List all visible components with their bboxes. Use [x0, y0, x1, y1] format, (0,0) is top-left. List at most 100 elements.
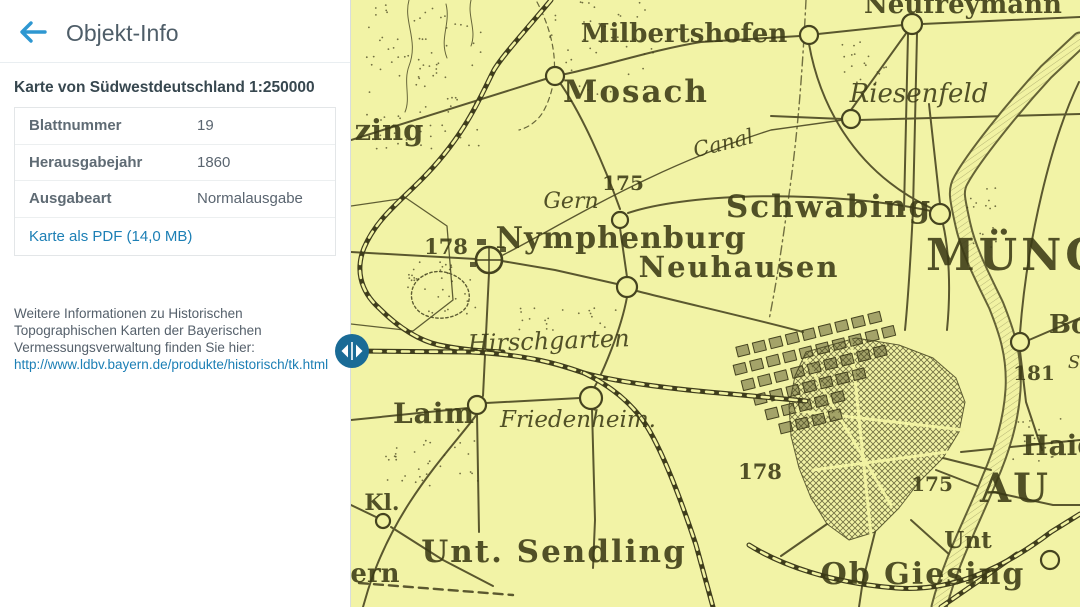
map-stipple-dot — [411, 279, 413, 281]
city-block — [840, 353, 854, 366]
map-stipple-dot — [451, 280, 453, 282]
map-stipple-dot — [593, 307, 595, 309]
map-stipple-dot — [567, 49, 569, 51]
map-stipple-dot — [397, 56, 399, 58]
map-label: Ob Giesing — [821, 557, 1026, 592]
map-stipple-dot — [414, 20, 416, 22]
map-stipple-dot — [448, 296, 450, 298]
map-stipple-dot — [455, 97, 457, 99]
map-stipple-dot — [842, 44, 844, 46]
map-town-marker — [376, 514, 390, 528]
map-stipple-dot — [395, 453, 397, 455]
map-stipple-dot — [851, 65, 853, 67]
city-block — [812, 413, 826, 426]
map-label: 175 — [602, 171, 644, 195]
map-stipple-dot — [430, 125, 432, 127]
map-stipple-dot — [547, 318, 549, 320]
map-stipple-dot — [435, 68, 437, 70]
map-stipple-dot — [387, 479, 389, 481]
map-label: Hirschgarten — [466, 324, 630, 358]
map-stipple-dot — [413, 269, 415, 271]
city-block — [835, 320, 849, 333]
map-stipple-dot — [408, 277, 410, 279]
map-stipple-dot — [1029, 420, 1031, 422]
map-label: Kl. — [364, 490, 399, 516]
map-stipple-dot — [868, 56, 870, 58]
city-block — [828, 409, 842, 422]
map-stipple-dot — [407, 55, 409, 57]
map-stipple-dot — [471, 64, 473, 66]
map-stipple-dot — [444, 15, 446, 17]
map-stipple-dot — [418, 468, 420, 470]
map-stipple-dot — [480, 32, 482, 34]
pdf-download-link[interactable]: Karte als PDF (14,0 MB) — [15, 228, 192, 245]
map-stipple-dot — [644, 53, 646, 55]
map-stipple-dot — [394, 455, 396, 457]
map-stipple-dot — [591, 316, 593, 318]
map-stipple-dot — [418, 76, 420, 78]
map-label: Milbertshofen — [581, 19, 788, 49]
map-stipple-dot — [444, 130, 446, 132]
map-stipple-dot — [534, 307, 536, 309]
map-stipple-dot — [451, 97, 453, 99]
panel-resize-handle[interactable] — [334, 333, 370, 369]
map-stipple-dot — [385, 10, 387, 12]
map-label: Friedenheim. — [499, 407, 656, 433]
map-stipple-dot — [439, 261, 441, 263]
map-stipple-dot — [381, 37, 383, 39]
map-label: S — [1068, 352, 1080, 373]
row-value: 1860 — [197, 154, 335, 171]
map-stipple-dot — [446, 45, 448, 47]
historical-map: MilbertshofenNeufreymannMosachRiesenfeld… — [351, 0, 1080, 607]
map-stipple-dot — [565, 62, 567, 64]
city-block — [733, 362, 747, 375]
map-stipple-dot — [445, 264, 447, 266]
map-stipple-dot — [419, 38, 421, 40]
map-label: Schwabing — [726, 189, 932, 225]
map-stipple-dot — [1018, 421, 1020, 423]
map-label: Laim — [393, 397, 475, 430]
map-stipple-dot — [416, 278, 418, 280]
map-label: Haid — [1022, 429, 1080, 462]
city-block — [835, 372, 849, 385]
city-block — [832, 338, 846, 351]
map-stipple-dot — [460, 137, 462, 139]
map-stipple-dot — [478, 145, 480, 147]
map-stipple-dot — [594, 6, 596, 8]
back-button[interactable] — [16, 18, 50, 48]
map-label: MÜNC — [926, 227, 1080, 281]
map-stipple-dot — [427, 463, 429, 465]
map-stipple-dot — [618, 14, 620, 16]
map-stipple-dot — [424, 288, 426, 290]
ldbv-link[interactable]: http://www.ldbv.bayern.de/produkte/histo… — [14, 356, 346, 373]
map-canvas[interactable]: MilbertshofenNeufreymannMosachRiesenfeld… — [351, 0, 1080, 607]
map-stipple-dot — [474, 102, 476, 104]
further-info-text: Weitere Informationen zu Historischen To… — [14, 305, 346, 373]
city-block — [766, 354, 780, 367]
map-stipple-dot — [423, 64, 425, 66]
arrow-left-icon — [18, 20, 48, 47]
map-stipple-dot — [477, 480, 479, 482]
panel-header: Objekt-Info — [0, 0, 350, 63]
city-block — [779, 421, 793, 434]
map-stipple-dot — [428, 310, 430, 312]
map-stipple-dot — [473, 42, 475, 44]
map-stipple-dot — [423, 444, 425, 446]
map-stipple-dot — [373, 56, 375, 58]
map-stipple-dot — [459, 473, 461, 475]
map-stipple-dot — [369, 91, 371, 93]
city-block — [857, 349, 871, 362]
map-stipple-dot — [401, 480, 403, 482]
map-stipple-dot — [639, 2, 641, 4]
map-stipple-dot — [470, 471, 472, 473]
map-stipple-dot — [404, 475, 406, 477]
map-stipple-dot — [375, 7, 377, 9]
row-value: Normalausgabe — [197, 190, 335, 207]
map-label: Riesenfeld — [849, 79, 989, 109]
map-stipple-dot — [415, 481, 417, 483]
map-stipple-dot — [424, 85, 426, 87]
map-stipple-dot — [411, 275, 413, 277]
city-block — [851, 316, 865, 329]
city-block — [819, 376, 833, 389]
map-town-marker — [1041, 551, 1059, 569]
